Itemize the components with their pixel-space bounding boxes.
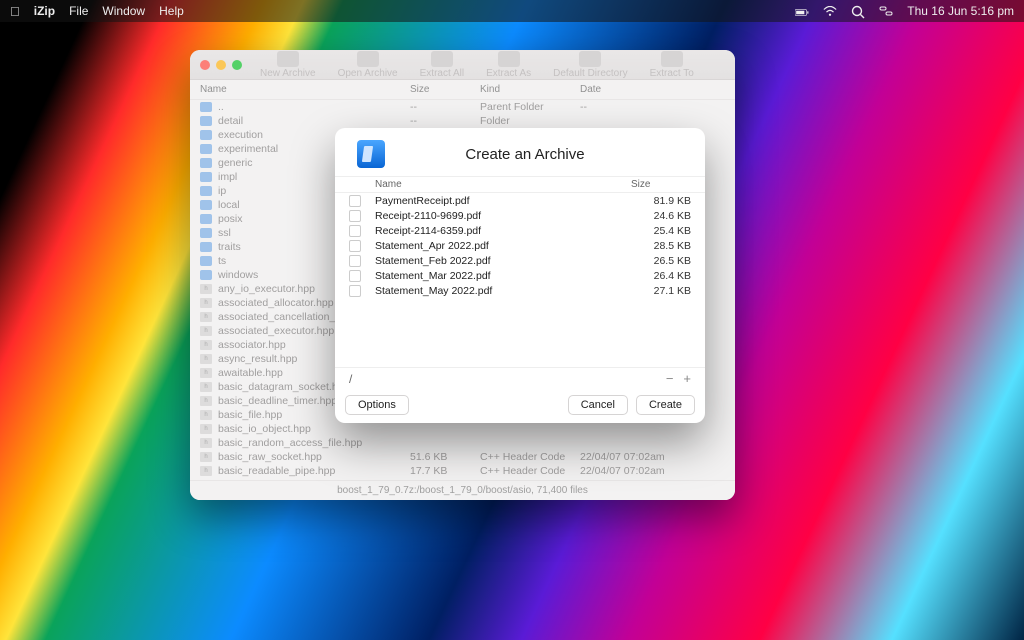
file-icon: [349, 240, 361, 252]
menu-file[interactable]: File: [69, 4, 88, 18]
clock[interactable]: Thu 16 Jun 5:16 pm: [907, 4, 1014, 18]
dialog-file-name: Receipt-2110-9699.pdf: [375, 210, 631, 222]
create-button[interactable]: Create: [636, 395, 695, 415]
file-icon: [349, 210, 361, 222]
file-icon: [349, 270, 361, 282]
dialog-file-row[interactable]: Statement_Feb 2022.pdf26.5 KB: [335, 253, 705, 268]
dialog-file-name: Statement_May 2022.pdf: [375, 285, 631, 297]
dialog-title: Create an Archive: [367, 146, 683, 163]
dialog-file-size: 81.9 KB: [631, 195, 691, 207]
dialog-file-row[interactable]: Receipt-2110-9699.pdf24.6 KB: [335, 208, 705, 223]
dialog-file-name: Statement_Apr 2022.pdf: [375, 240, 631, 252]
dialog-file-row[interactable]: PaymentReceipt.pdf81.9 KB: [335, 193, 705, 208]
dialog-file-row[interactable]: Statement_Mar 2022.pdf26.4 KB: [335, 268, 705, 283]
file-icon: [349, 255, 361, 267]
dialog-file-name: Statement_Mar 2022.pdf: [375, 270, 631, 282]
dialog-file-name: PaymentReceipt.pdf: [375, 195, 631, 207]
dialog-file-name: Receipt-2114-6359.pdf: [375, 225, 631, 237]
dialog-file-size: 28.5 KB: [631, 240, 691, 252]
menu-help[interactable]: Help: [159, 4, 184, 18]
dialog-file-size: 25.4 KB: [631, 225, 691, 237]
archive-icon: [357, 140, 385, 168]
app-name[interactable]: iZip: [34, 4, 55, 18]
dialog-file-row[interactable]: Receipt-2114-6359.pdf25.4 KB: [335, 223, 705, 238]
search-icon[interactable]: [851, 5, 865, 17]
add-file-button[interactable]: +: [683, 371, 691, 386]
dialog-file-size: 24.6 KB: [631, 210, 691, 222]
battery-icon[interactable]: [795, 5, 809, 17]
dialog-file-name: Statement_Feb 2022.pdf: [375, 255, 631, 267]
file-icon: [349, 195, 361, 207]
menu-window[interactable]: Window: [102, 4, 145, 18]
dlg-col-name[interactable]: Name: [375, 179, 631, 190]
file-icon: [349, 225, 361, 237]
file-icon: [349, 285, 361, 297]
options-button[interactable]: Options: [345, 395, 409, 415]
dlg-col-size[interactable]: Size: [631, 179, 691, 190]
control-center-icon[interactable]: [879, 5, 893, 17]
dialog-file-row[interactable]: Statement_Apr 2022.pdf28.5 KB: [335, 238, 705, 253]
dialog-file-row[interactable]: Statement_May 2022.pdf27.1 KB: [335, 283, 705, 298]
remove-file-button[interactable]: −: [666, 371, 674, 386]
path-field[interactable]: /: [349, 372, 352, 386]
create-archive-dialog: Create an Archive Name Size PaymentRecei…: [335, 128, 705, 423]
apple-menu-icon[interactable]: : [10, 4, 20, 19]
dialog-column-headers[interactable]: Name Size: [335, 176, 705, 193]
dialog-file-size: 26.4 KB: [631, 270, 691, 282]
cancel-button[interactable]: Cancel: [568, 395, 628, 415]
menubar:  iZip File Window Help Thu 16 Jun 5:16 …: [0, 0, 1024, 22]
dialog-file-size: 26.5 KB: [631, 255, 691, 267]
dialog-path-row: / − +: [335, 367, 705, 389]
dialog-file-list: PaymentReceipt.pdf81.9 KBReceipt-2110-96…: [335, 193, 705, 367]
dialog-file-size: 27.1 KB: [631, 285, 691, 297]
wifi-icon[interactable]: [823, 5, 837, 17]
